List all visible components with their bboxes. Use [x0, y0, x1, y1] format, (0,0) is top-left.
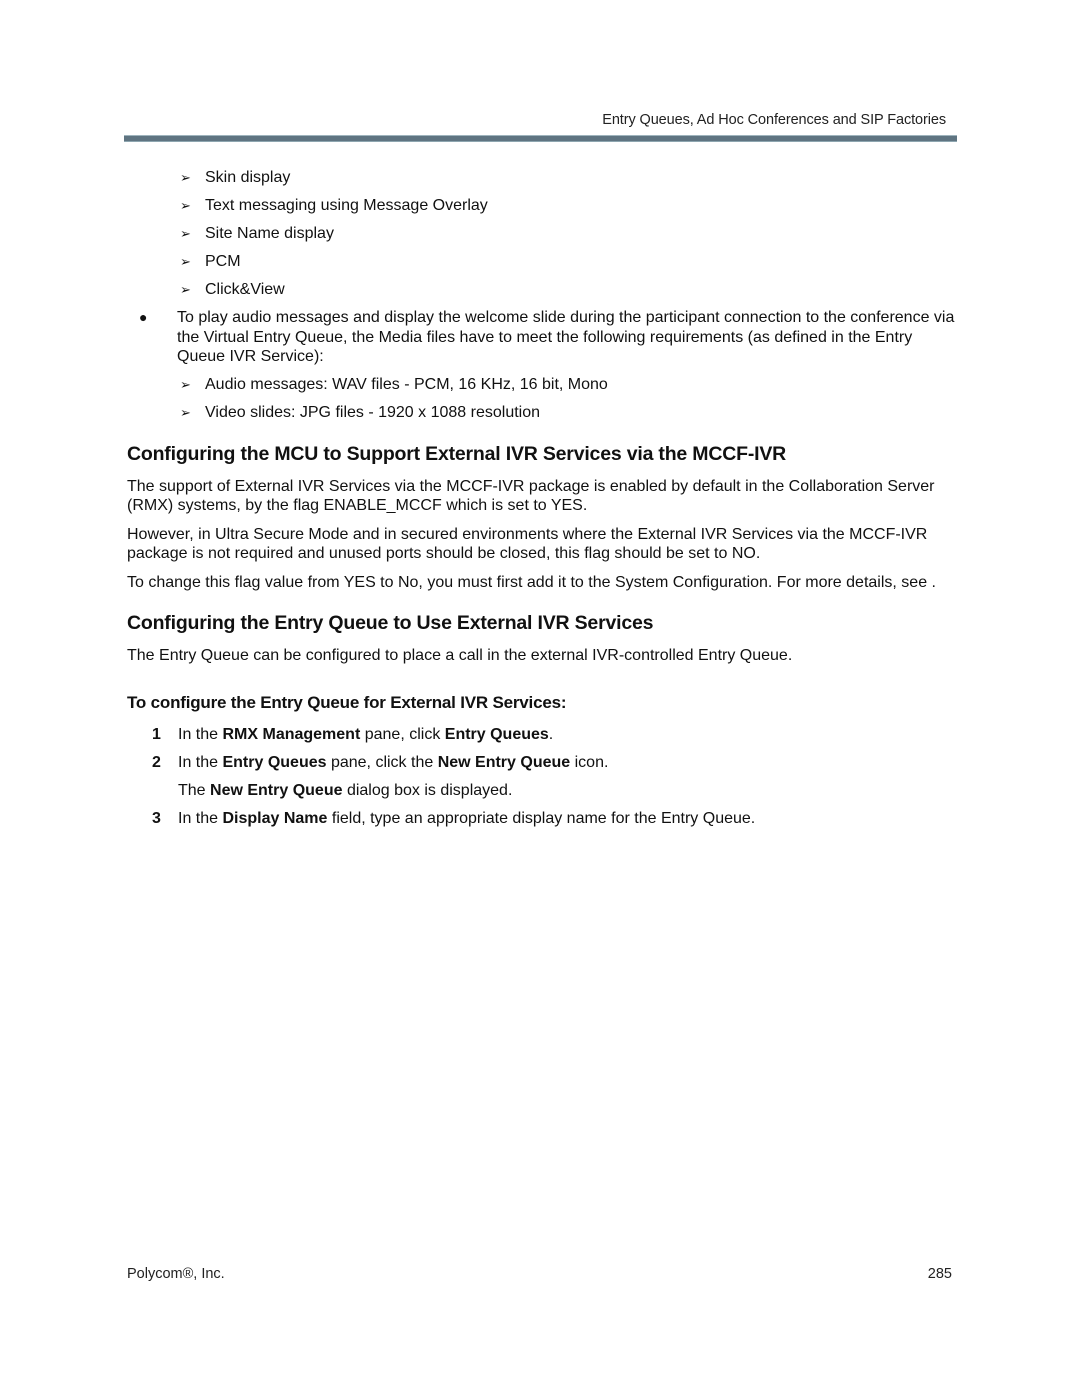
- paragraph: To change this flag value from YES to No…: [127, 573, 936, 591]
- footer-company: Polycom®, Inc.: [127, 1266, 225, 1282]
- ui-term: New Entry Queue: [210, 781, 343, 799]
- step-note: The New Entry Queue dialog box is displa…: [178, 781, 513, 799]
- list-item: ➢ PCM: [180, 253, 241, 271]
- bullet-text: To play audio messages and display the w…: [177, 309, 955, 366]
- media-requirements-bullet: ● To play audio messages and display the…: [127, 308, 957, 367]
- arrow-bullet-icon: ➢: [180, 405, 191, 421]
- ui-term: Display Name: [222, 809, 328, 827]
- ui-term: RMX Management: [222, 725, 361, 743]
- page-content: ➢ Skin display ➢ Text messaging using Mess…: [127, 168, 957, 837]
- feature-list: ➢ Skin display ➢ Text messaging using Mess…: [127, 168, 957, 300]
- list-item: ➢ Text messaging using Message Overlay: [180, 197, 488, 215]
- arrow-bullet-icon: ➢: [180, 226, 191, 242]
- procedure-step: 1 In the RMX Management pane, click Entr…: [152, 725, 554, 743]
- procedure-steps-continued: 3 In the Display Name field, type an app…: [127, 809, 957, 829]
- list-item: ➢ Skin display: [180, 169, 291, 186]
- step-number: 3: [152, 809, 161, 827]
- ui-term: New Entry Queue: [437, 753, 571, 771]
- procedure-step: 2 In the Entry Queues pane, click the Ne…: [152, 753, 609, 771]
- procedure-step: 3 In the Display Name field, type an app…: [152, 809, 756, 827]
- round-bullet-icon: ●: [139, 309, 148, 326]
- list-item: ➢ Site Name display: [180, 225, 334, 243]
- paragraph: The Entry Queue can be configured to pla…: [127, 647, 793, 665]
- arrow-bullet-icon: ➢: [180, 170, 191, 185]
- paragraph: However, in Ultra Secure Mode and in sec…: [127, 525, 928, 563]
- section-heading-mccf: Configuring the MCU to Support External …: [127, 442, 787, 465]
- media-requirements-list: ➢ Audio messages: WAV files - PCM, 16 KHz…: [127, 375, 957, 423]
- arrow-bullet-icon: ➢: [180, 376, 191, 392]
- footer-page-number: 285: [927, 1266, 952, 1282]
- list-item: ➢ Video slides: JPG files - 1920 x 1088 r…: [180, 404, 541, 422]
- running-header: Entry Queues, Ad Hoc Conferences and SIP…: [602, 112, 946, 128]
- procedure-heading: To configure the Entry Queue for Externa…: [127, 692, 567, 712]
- paragraph: The support of External IVR Services via…: [127, 477, 935, 515]
- arrow-bullet-icon: ➢: [180, 198, 191, 214]
- procedure-steps: 1 In the RMX Management pane, click Entr…: [127, 725, 957, 773]
- ui-term: Entry Queues: [444, 725, 549, 743]
- step-number: 1: [152, 725, 161, 743]
- arrow-bullet-icon: ➢: [180, 254, 191, 270]
- arrow-bullet-icon: ➢: [180, 282, 191, 298]
- step-number: 2: [152, 753, 161, 771]
- header-rule: [124, 135, 957, 142]
- list-item: ➢ Audio messages: WAV files - PCM, 16 KHz…: [180, 375, 608, 393]
- list-item: ➢ Click&View: [180, 281, 285, 299]
- section-heading-entry-queue: Configuring the Entry Queue to Use Exter…: [127, 612, 654, 635]
- ui-term: Entry Queues: [222, 753, 327, 771]
